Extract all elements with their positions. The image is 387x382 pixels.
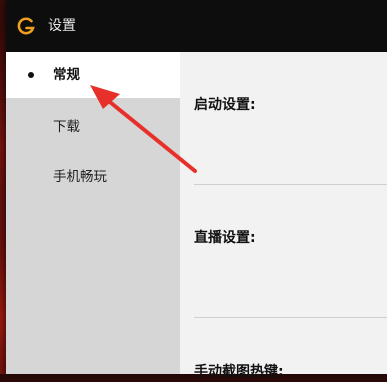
settings-window: 设置 常规 下载 手机畅玩 启动设置: 直播设置: 手动截图热键:	[6, 0, 387, 380]
startup-settings-heading: 启动设置:	[194, 97, 256, 113]
sidebar-item-label: 常规	[53, 67, 80, 83]
settings-content: 启动设置: 直播设置: 手动截图热键:	[180, 52, 387, 380]
section-divider	[194, 317, 387, 318]
live-settings-heading: 直播设置:	[194, 230, 256, 246]
sidebar-item-mobile-play[interactable]: 手机畅玩	[6, 154, 180, 200]
settings-sidebar: 常规 下载 手机畅玩	[6, 52, 180, 374]
window-title: 设置	[48, 18, 76, 34]
brand-g-logo-icon	[16, 16, 36, 36]
sidebar-item-download[interactable]: 下载	[6, 104, 180, 150]
sidebar-item-label: 手机畅玩	[53, 169, 107, 185]
sidebar-item-label: 下载	[53, 119, 80, 135]
section-divider	[194, 184, 387, 185]
screenshot-hotkey-heading: 手动截图热键:	[194, 364, 284, 380]
title-bar: 设置	[6, 0, 387, 52]
active-dot-icon	[28, 72, 34, 78]
sidebar-item-general[interactable]: 常规	[6, 52, 180, 98]
